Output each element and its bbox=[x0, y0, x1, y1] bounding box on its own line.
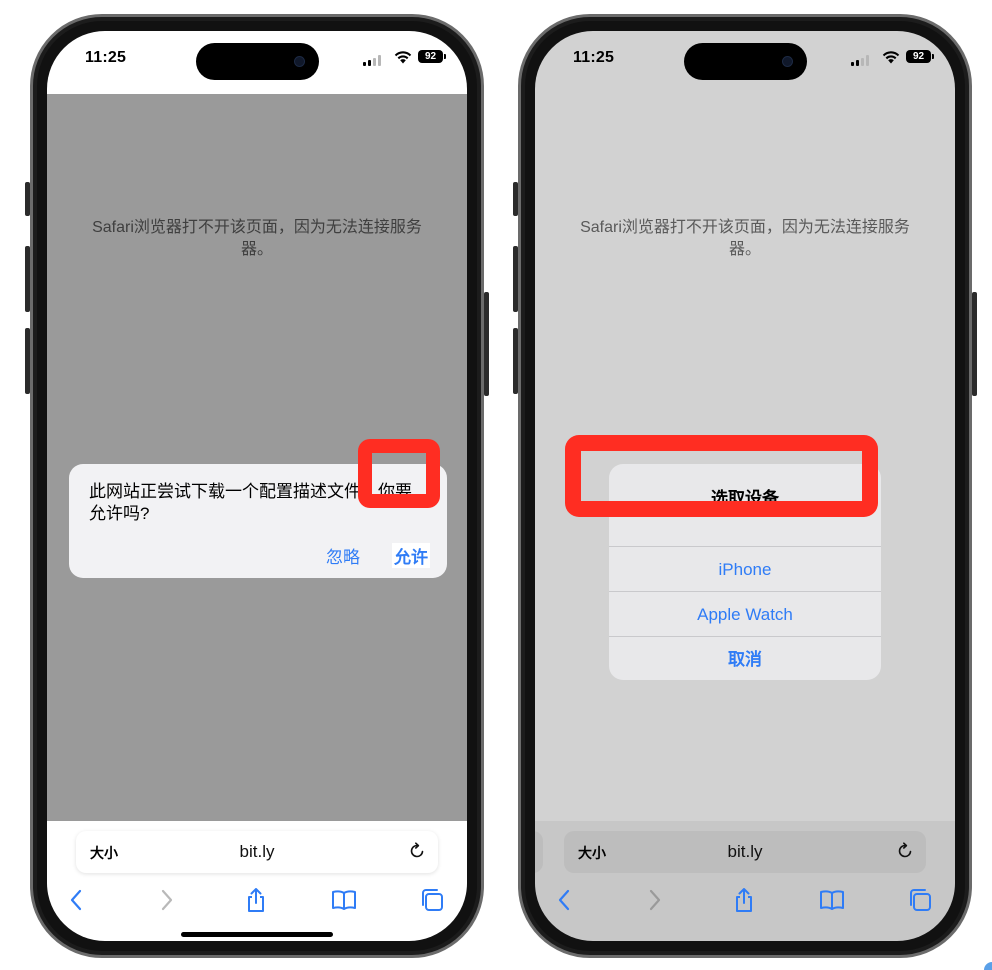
reload-icon[interactable] bbox=[408, 842, 426, 860]
cellular-icon bbox=[851, 55, 869, 66]
tabs-icon[interactable] bbox=[907, 887, 933, 913]
option-apple-watch[interactable]: Apple Watch bbox=[609, 591, 881, 636]
text-size-button[interactable]: 大小 bbox=[90, 843, 118, 863]
safari-bottom-bar: 大小 bit.ly bbox=[47, 821, 467, 941]
right-phone: 11:25 92 Safari浏览器打不开该页面，因为无法连接服务器。 选取设备… bbox=[513, 14, 977, 958]
safari-toolbar bbox=[535, 887, 955, 919]
share-icon[interactable] bbox=[243, 887, 269, 913]
option-iphone[interactable]: iPhone bbox=[609, 546, 881, 591]
dynamic-island bbox=[196, 43, 319, 80]
allow-button[interactable]: 允许 bbox=[392, 543, 430, 568]
cellular-icon bbox=[363, 55, 381, 66]
wifi-icon bbox=[394, 51, 412, 64]
previous-tab-preview[interactable] bbox=[535, 831, 543, 873]
status-bar: 11:25 92 bbox=[535, 31, 955, 94]
reload-icon[interactable] bbox=[896, 842, 914, 860]
tabs-icon[interactable] bbox=[419, 887, 445, 913]
battery-icon: 92 bbox=[906, 50, 934, 63]
home-indicator bbox=[181, 932, 333, 937]
power-button bbox=[484, 292, 489, 396]
battery-icon: 92 bbox=[418, 50, 446, 63]
text-size-button[interactable]: 大小 bbox=[578, 843, 606, 863]
corner-mark bbox=[984, 962, 992, 970]
bookmarks-icon[interactable] bbox=[331, 887, 357, 913]
address-bar[interactable]: 大小 bit.ly bbox=[564, 831, 926, 873]
status-bar: 11:25 92 bbox=[47, 31, 467, 94]
forward-icon[interactable] bbox=[641, 887, 667, 913]
url-text: bit.ly bbox=[239, 842, 275, 861]
back-icon[interactable] bbox=[64, 887, 90, 913]
status-time: 11:25 bbox=[573, 49, 615, 66]
cancel-button[interactable]: 取消 bbox=[609, 636, 881, 680]
previous-tab-preview[interactable] bbox=[47, 831, 55, 873]
front-camera bbox=[782, 56, 793, 67]
status-time: 11:25 bbox=[85, 49, 127, 66]
front-camera bbox=[294, 56, 305, 67]
url-text: bit.ly bbox=[727, 842, 763, 861]
power-button bbox=[972, 292, 977, 396]
share-icon[interactable] bbox=[731, 887, 757, 913]
back-icon[interactable] bbox=[552, 887, 578, 913]
safari-toolbar bbox=[47, 887, 467, 919]
left-phone: 11:25 92 Safari浏览器打不开该页面，因为无法连接服务器。 此网站正… bbox=[25, 14, 489, 958]
bookmarks-icon[interactable] bbox=[819, 887, 845, 913]
error-message: Safari浏览器打不开该页面，因为无法连接服务器。 bbox=[92, 219, 422, 258]
error-message: Safari浏览器打不开该页面，因为无法连接服务器。 bbox=[580, 219, 910, 258]
address-bar[interactable]: 大小 bit.ly bbox=[76, 831, 438, 873]
ignore-button[interactable]: 忽略 bbox=[326, 543, 360, 568]
safari-bottom-bar: 大小 bit.ly bbox=[535, 821, 955, 941]
dynamic-island bbox=[684, 43, 807, 80]
wifi-icon bbox=[882, 51, 900, 64]
forward-icon[interactable] bbox=[153, 887, 179, 913]
iphone-highlight-box bbox=[565, 435, 878, 517]
allow-highlight-box bbox=[358, 439, 440, 508]
